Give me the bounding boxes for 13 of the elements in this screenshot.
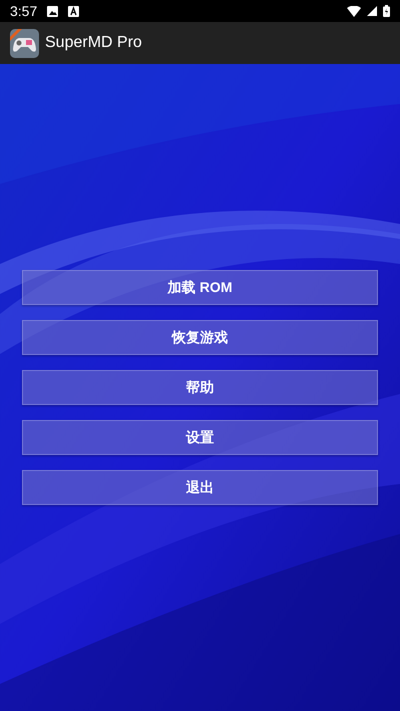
signal-icon xyxy=(367,6,377,16)
menu-button[interactable]: 加载 ROM xyxy=(22,270,378,305)
app-logo-icon xyxy=(10,28,39,58)
status-time: 3:57 xyxy=(10,3,38,19)
menu-button[interactable]: 帮助 xyxy=(22,370,378,405)
menu-button[interactable]: 恢复游戏 xyxy=(22,320,378,355)
menu-button[interactable]: 设置 xyxy=(22,420,378,455)
battery-icon xyxy=(383,5,390,17)
image-icon xyxy=(47,6,58,16)
wifi-icon xyxy=(347,6,361,16)
app-title: SuperMD Pro xyxy=(45,34,142,52)
font-icon xyxy=(68,6,80,16)
menu-button[interactable]: 退出 xyxy=(22,470,378,505)
